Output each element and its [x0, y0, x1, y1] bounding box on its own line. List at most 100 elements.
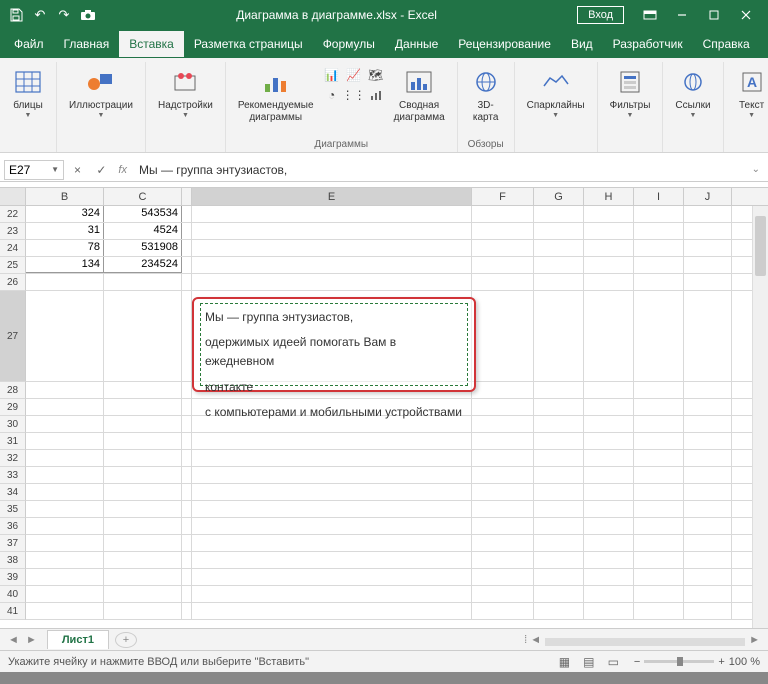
cell[interactable] — [634, 433, 684, 449]
cell[interactable] — [104, 433, 182, 449]
cell[interactable] — [634, 484, 684, 500]
save-icon[interactable] — [8, 7, 24, 23]
cell[interactable] — [192, 518, 472, 534]
cell[interactable] — [534, 433, 584, 449]
cell[interactable] — [472, 206, 534, 222]
cell[interactable] — [534, 467, 584, 483]
cell[interactable] — [684, 552, 732, 568]
cell[interactable] — [26, 399, 104, 415]
cell[interactable] — [684, 223, 732, 239]
sheet-nav[interactable]: ◄ ► — [0, 634, 47, 646]
cell[interactable] — [472, 535, 534, 551]
cell[interactable] — [472, 274, 534, 290]
cell[interactable] — [182, 274, 192, 290]
cell[interactable] — [684, 467, 732, 483]
tab-layout[interactable]: Разметка страницы — [184, 31, 313, 57]
column-header[interactable]: F — [472, 188, 534, 205]
cell[interactable] — [192, 467, 472, 483]
cell[interactable] — [104, 586, 182, 602]
cell[interactable] — [684, 240, 732, 256]
row-header[interactable]: 28 — [0, 382, 26, 399]
links-button[interactable]: Ссылки ▼ — [669, 62, 716, 123]
normal-view-icon[interactable]: ▦ — [554, 655, 575, 669]
cell[interactable] — [26, 467, 104, 483]
pivot-chart-button[interactable]: Сводная диаграмма — [388, 62, 451, 128]
cell[interactable] — [182, 501, 192, 517]
cell[interactable] — [104, 535, 182, 551]
cell[interactable] — [182, 552, 192, 568]
column-header[interactable]: H — [584, 188, 634, 205]
cell[interactable] — [104, 416, 182, 432]
cell[interactable]: 31 — [26, 223, 104, 239]
cell[interactable] — [684, 274, 732, 290]
row-header[interactable]: 29 — [0, 399, 26, 416]
cell[interactable] — [472, 223, 534, 239]
cell[interactable] — [26, 518, 104, 534]
cell[interactable] — [472, 484, 534, 500]
row-header[interactable]: 40 — [0, 586, 26, 603]
3d-map-button[interactable]: 3D- карта — [464, 62, 508, 128]
cell[interactable] — [472, 569, 534, 585]
cell[interactable] — [584, 206, 634, 222]
cell[interactable] — [534, 569, 584, 585]
cell[interactable] — [182, 416, 192, 432]
cell[interactable] — [472, 518, 534, 534]
tab-home[interactable]: Главная — [54, 31, 120, 57]
cell[interactable] — [472, 586, 534, 602]
cell[interactable] — [182, 240, 192, 256]
cell[interactable] — [584, 223, 634, 239]
cell[interactable] — [26, 416, 104, 432]
cell[interactable] — [104, 569, 182, 585]
cell[interactable] — [634, 291, 684, 381]
cell[interactable] — [26, 484, 104, 500]
line-chart-icon[interactable]: 📈 — [344, 66, 364, 84]
zoom-control[interactable]: − + 100 % — [624, 656, 760, 668]
cell[interactable] — [534, 257, 584, 273]
cell[interactable] — [684, 501, 732, 517]
tab-view[interactable]: Вид — [561, 31, 603, 57]
select-all-corner[interactable] — [0, 188, 26, 205]
cell[interactable] — [584, 291, 634, 381]
cell[interactable] — [534, 274, 584, 290]
cell[interactable] — [684, 433, 732, 449]
column-header[interactable]: G — [534, 188, 584, 205]
cell[interactable] — [634, 586, 684, 602]
cell[interactable] — [26, 433, 104, 449]
minimize-icon[interactable] — [668, 3, 696, 27]
cell[interactable] — [684, 518, 732, 534]
row-header[interactable]: 41 — [0, 603, 26, 620]
recommended-charts-button[interactable]: Рекомендуемые диаграммы — [232, 62, 320, 128]
page-layout-icon[interactable]: ▤ — [578, 655, 599, 669]
cell[interactable] — [584, 518, 634, 534]
cell[interactable] — [534, 399, 584, 415]
cell[interactable] — [634, 603, 684, 619]
cell[interactable] — [684, 569, 732, 585]
sheet-tab-active[interactable]: Лист1 — [47, 630, 109, 649]
cell[interactable] — [182, 382, 192, 398]
redo-icon[interactable]: ↷ — [56, 7, 72, 23]
area-chart-icon[interactable]: 🗺 — [366, 66, 386, 84]
cell[interactable] — [634, 257, 684, 273]
cell[interactable] — [104, 552, 182, 568]
cell[interactable] — [182, 603, 192, 619]
cell[interactable] — [634, 274, 684, 290]
cell[interactable] — [182, 450, 192, 466]
column-header[interactable] — [182, 188, 192, 205]
cell[interactable] — [472, 399, 534, 415]
text-button[interactable]: A Текст ▼ — [730, 62, 768, 123]
cell[interactable]: 78 — [26, 240, 104, 256]
cell[interactable] — [182, 257, 192, 273]
bar-chart-icon[interactable]: 📊 — [322, 66, 342, 84]
cell[interactable] — [634, 535, 684, 551]
cell[interactable] — [584, 569, 634, 585]
cell[interactable] — [472, 433, 534, 449]
cell[interactable] — [534, 223, 584, 239]
row-header[interactable]: 37 — [0, 535, 26, 552]
cell[interactable] — [534, 450, 584, 466]
cell[interactable] — [584, 467, 634, 483]
cell[interactable] — [26, 501, 104, 517]
cell[interactable] — [584, 433, 634, 449]
column-header[interactable]: J — [684, 188, 732, 205]
row-header[interactable]: 38 — [0, 552, 26, 569]
cell[interactable] — [26, 274, 104, 290]
